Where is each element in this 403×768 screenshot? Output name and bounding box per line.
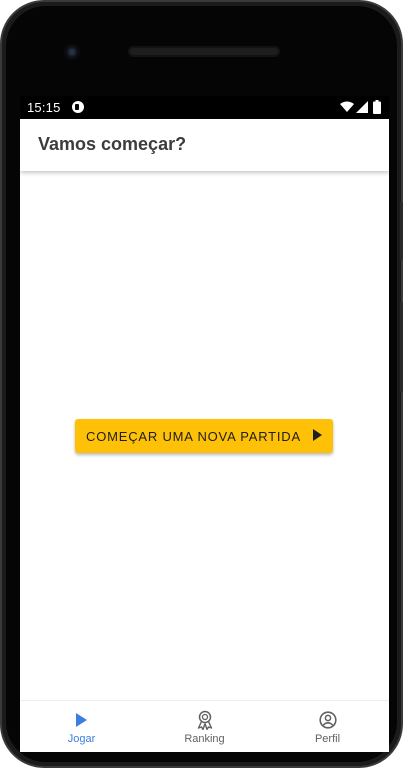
nav-item-perfil[interactable]: Perfil — [266, 701, 389, 752]
phone-frame: 15:15 Vamos começar? COMEÇAR UMA NOVA PA… — [0, 0, 403, 768]
nav-label-ranking: Ranking — [184, 733, 225, 745]
nav-label-perfil: Perfil — [314, 733, 341, 745]
start-button-label: COMEÇAR UMA NOVA PARTIDA — [86, 428, 301, 444]
nav-label-jogar: Jogar — [67, 733, 96, 745]
account-circle-icon — [318, 710, 338, 730]
page-title: Vamos começar? — [38, 134, 187, 154]
battery-icon — [373, 100, 381, 114]
status-bar: 15:15 — [20, 96, 389, 119]
app-bar: Vamos começar? — [20, 119, 389, 171]
main-content: COMEÇAR UMA NOVA PARTIDA — [20, 171, 389, 700]
play-arrow-icon — [72, 710, 92, 730]
app-notification-icon — [72, 101, 84, 113]
signal-icon — [356, 101, 368, 113]
start-new-game-button[interactable]: COMEÇAR UMA NOVA PARTIDA — [75, 419, 333, 453]
nav-item-jogar[interactable]: Jogar — [20, 701, 143, 752]
nav-item-ranking[interactable]: Ranking — [143, 701, 266, 752]
screen: 15:15 Vamos começar? COMEÇAR UMA NOVA PA… — [20, 96, 389, 752]
bottom-navigation: Jogar Ranking Perfil — [20, 700, 389, 752]
earpiece-speaker — [128, 46, 280, 57]
play-arrow-icon — [312, 428, 322, 444]
award-ribbon-icon — [195, 710, 215, 730]
front-camera — [64, 44, 80, 60]
status-time: 15:15 — [27, 100, 61, 115]
wifi-icon — [340, 101, 354, 112]
